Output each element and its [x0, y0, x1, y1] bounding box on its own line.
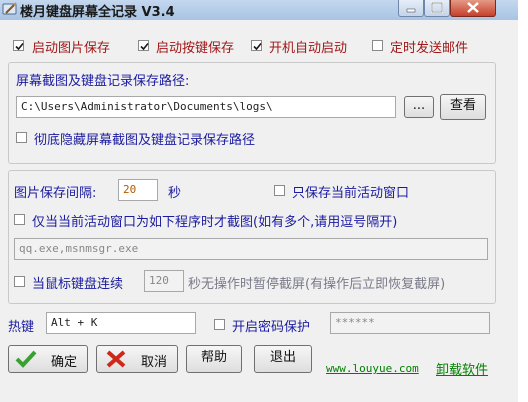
hide-path-checkbox[interactable]: [16, 132, 27, 143]
idle-suffix-label: 秒无操作时暂停截屏(有操作后立即恢复截屏): [188, 277, 446, 292]
app-icon: [2, 1, 18, 17]
ok-label: 确定: [51, 355, 78, 370]
path-group-title: 屏幕截图及键盘记录保存路径:: [16, 74, 190, 89]
window-title: 楼月键盘屏幕全记录 V3.4: [20, 5, 175, 20]
close-button[interactable]: [450, 0, 496, 17]
website-link[interactable]: www.louyue.com: [326, 362, 419, 375]
minimize-icon: [406, 8, 416, 13]
interval-label: 图片保存间隔:: [14, 186, 97, 201]
check-icon: [253, 42, 262, 51]
cancel-button[interactable]: 取消: [96, 345, 178, 373]
hotkey-input[interactable]: Alt + K: [46, 312, 196, 334]
interval-unit: 秒: [168, 186, 182, 201]
password-label: 开启密码保护: [232, 320, 311, 335]
hotkey-label: 热键: [8, 320, 35, 335]
only-active-window-checkbox[interactable]: [274, 185, 285, 196]
scheduled-email-label: 定时发送邮件: [390, 41, 469, 56]
cancel-label: 取消: [141, 355, 168, 370]
hide-path-label: 彻底隐藏屏幕截图及键盘记录保存路径: [34, 133, 256, 148]
maximize-icon: [431, 2, 443, 13]
start-screenshot-label: 启动图片保存: [32, 41, 111, 56]
program-list-input[interactable]: qq.exe,msnmsgr.exe: [14, 238, 488, 260]
start-keylog-checkbox[interactable]: [138, 40, 149, 51]
uninstall-link[interactable]: 卸载软件: [436, 359, 488, 378]
interval-input[interactable]: 20: [118, 179, 158, 201]
password-input[interactable]: ******: [330, 312, 490, 334]
ok-button[interactable]: 确定: [8, 345, 88, 373]
start-screenshot-checkbox[interactable]: [13, 40, 24, 51]
exit-button[interactable]: 退出: [254, 345, 312, 373]
start-keylog-label: 启动按键保存: [156, 41, 235, 56]
scheduled-email-checkbox[interactable]: [372, 40, 383, 51]
autostart-label: 开机自动启动: [269, 41, 348, 56]
idle-prefix-label: 当鼠标键盘连续: [32, 277, 124, 292]
only-active-window-label: 只保存当前活动窗口: [292, 186, 410, 201]
idle-seconds-input[interactable]: 120: [144, 270, 184, 292]
browse-button[interactable]: ...: [404, 96, 434, 118]
minimize-button[interactable]: [398, 0, 424, 17]
idle-pause-checkbox[interactable]: [14, 276, 25, 287]
password-checkbox[interactable]: [214, 319, 225, 330]
check-icon: [140, 42, 149, 51]
check-icon: [15, 42, 24, 51]
maximize-button[interactable]: [424, 0, 450, 17]
help-button[interactable]: 帮助: [186, 345, 242, 373]
autostart-checkbox[interactable]: [251, 40, 262, 51]
main-window: 楼月键盘屏幕全记录 V3.4 启动图片保存 启动按键保存 开机自动启动 定时发送…: [0, 0, 518, 402]
title-bar: 楼月键盘屏幕全记录 V3.4: [0, 0, 518, 20]
view-button[interactable]: 查看: [440, 94, 486, 120]
save-path-input[interactable]: C:\Users\Administrator\Documents\logs\: [16, 96, 396, 118]
close-icon: [467, 2, 479, 13]
program-filter-label: 仅当当前活动窗口为如下程序时才截图(如有多个,请用逗号隔开): [32, 215, 398, 230]
cross-icon: [106, 350, 126, 368]
checkmark-icon: [15, 350, 37, 368]
program-filter-checkbox[interactable]: [14, 214, 25, 225]
